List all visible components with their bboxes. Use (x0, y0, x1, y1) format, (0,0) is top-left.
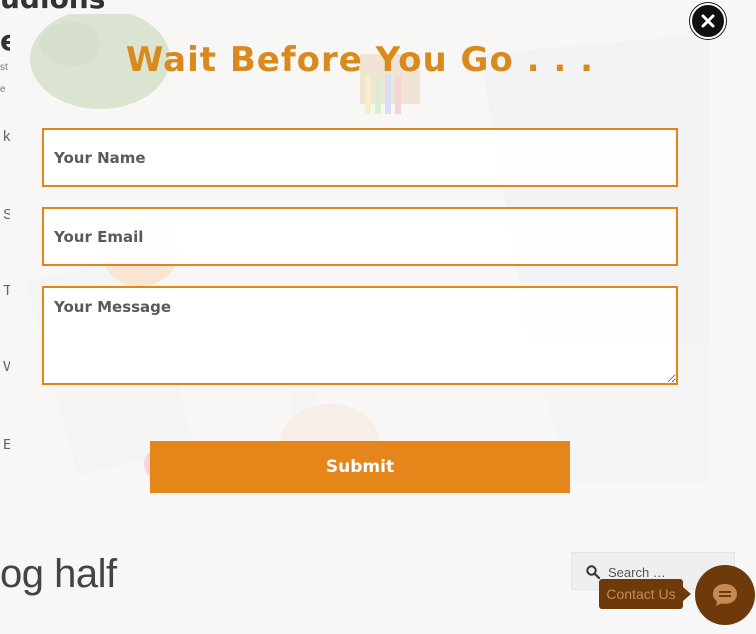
popup-title: Wait Before You Go . . . (125, 40, 595, 80)
close-button[interactable] (690, 3, 726, 39)
submit-button[interactable]: Submit (150, 441, 570, 493)
email-field[interactable] (42, 207, 678, 266)
exit-intent-popup: Wait Before You Go . . . Submit (10, 14, 710, 536)
name-field[interactable] (42, 128, 678, 187)
message-field[interactable] (42, 286, 678, 385)
close-icon (701, 14, 715, 28)
